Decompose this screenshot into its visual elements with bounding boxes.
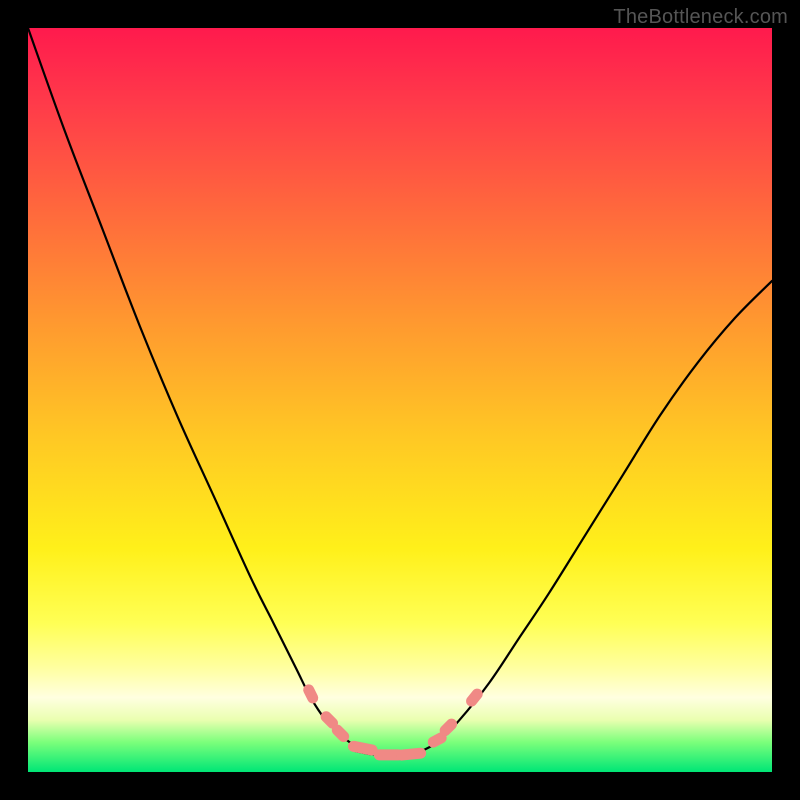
chart-curve-group <box>28 28 772 756</box>
chart-frame: TheBottleneck.com <box>0 0 800 800</box>
chart-svg <box>28 28 772 772</box>
chart-marker <box>347 740 379 757</box>
curve-right-branch <box>415 281 772 754</box>
curve-left-branch <box>28 28 370 751</box>
chart-marker <box>464 686 485 708</box>
chart-marker <box>396 747 427 761</box>
chart-plot-area <box>28 28 772 772</box>
watermark-label: TheBottleneck.com <box>613 6 788 29</box>
